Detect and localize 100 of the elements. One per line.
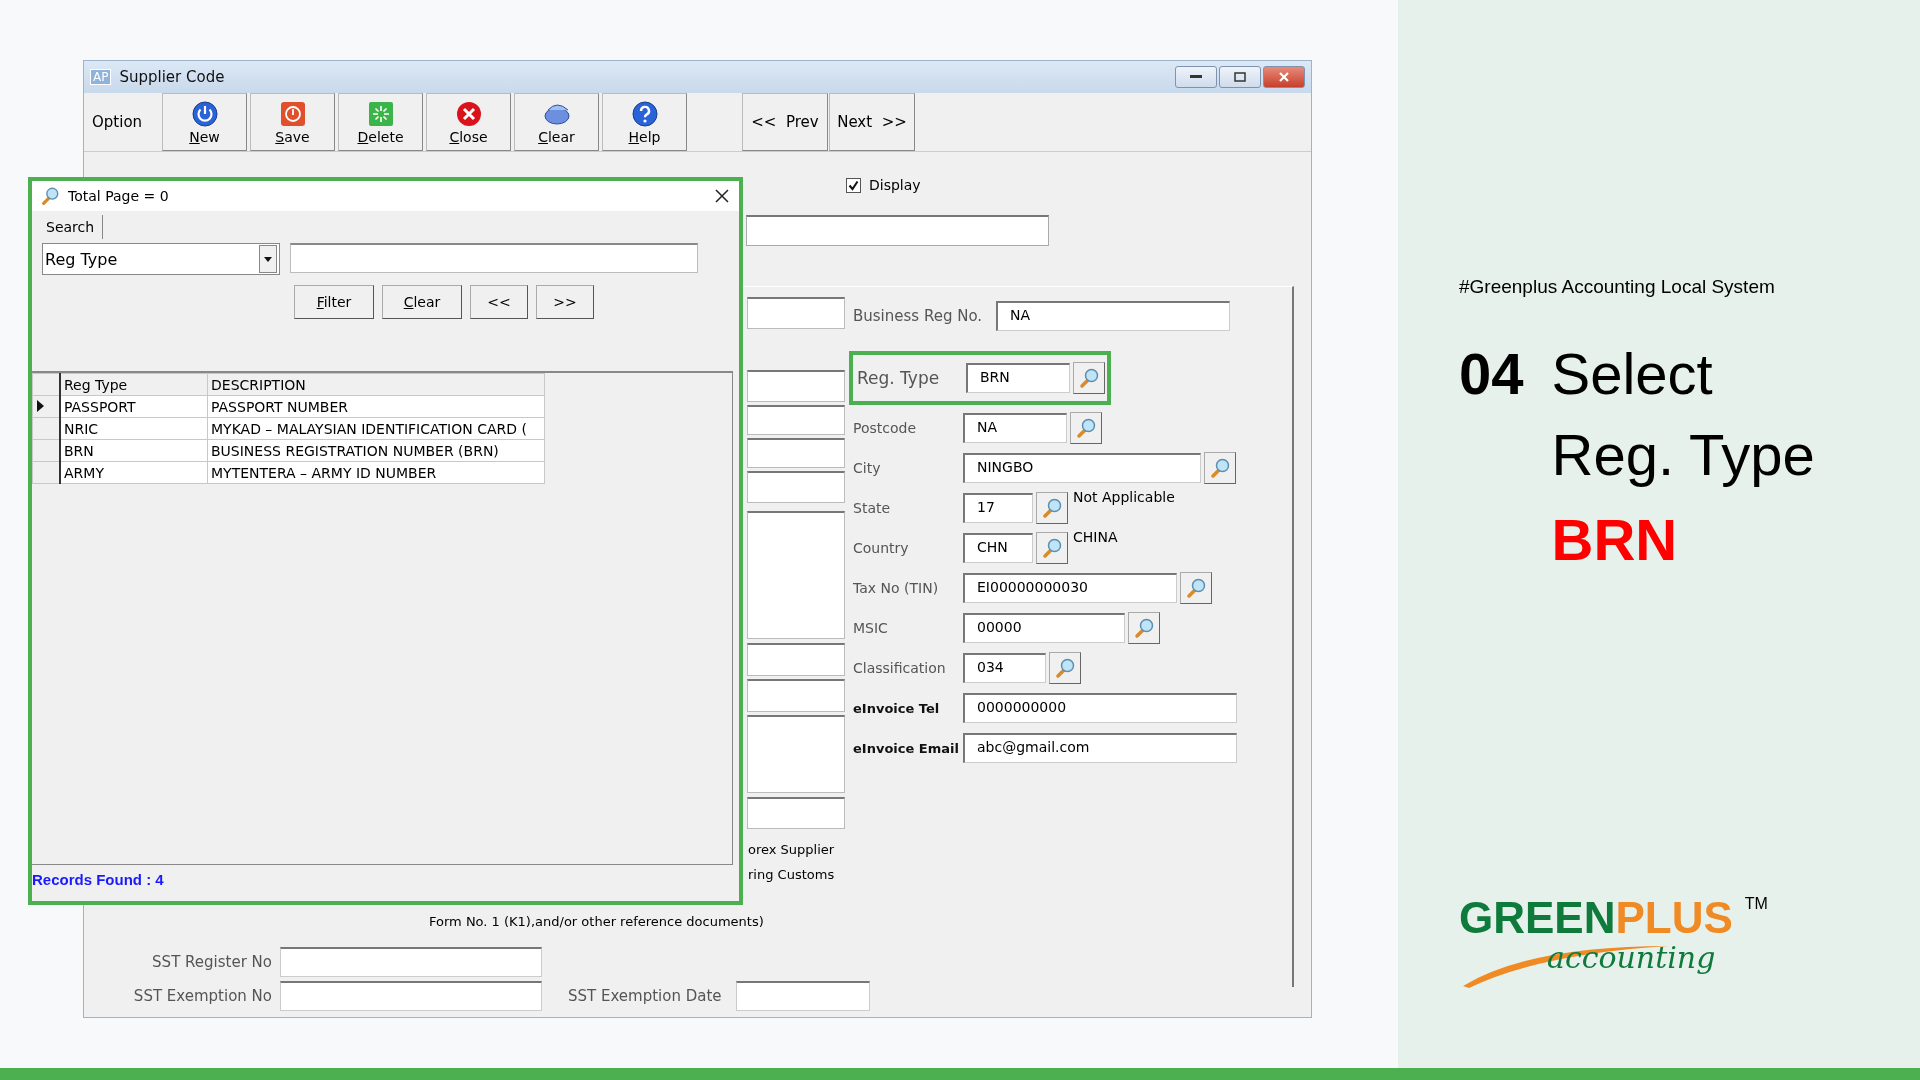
input-field[interactable]: 034: [963, 653, 1046, 683]
help-icon: [629, 99, 660, 128]
table-cell[interactable]: BUSINESS REGISTRATION NUMBER (BRN): [207, 439, 545, 462]
table-cell[interactable]: MYTENTERA – ARMY ID NUMBER: [207, 461, 545, 484]
field-note: CHINA: [1073, 529, 1118, 545]
input-field[interactable]: NA: [996, 301, 1230, 331]
field-label: Classification: [853, 660, 947, 676]
table-cell[interactable]: PASSPORT: [60, 395, 208, 418]
input-field[interactable]: [747, 643, 845, 676]
table-cell[interactable]: BRN: [60, 439, 208, 462]
window-title: Supplier Code: [119, 68, 226, 86]
field-label: City: [853, 460, 882, 476]
toolbar-button[interactable]: New: [162, 93, 247, 151]
row-indicator[interactable]: [32, 395, 60, 418]
input-field[interactable]: [746, 215, 1049, 246]
search-icon: [1133, 617, 1155, 639]
input-field[interactable]: 17: [963, 493, 1033, 523]
minimize-icon: [1190, 75, 1202, 79]
search-button[interactable]: [1180, 572, 1212, 604]
input-field[interactable]: [747, 471, 845, 503]
checkbox-label: ring Customs: [748, 867, 835, 882]
input-field[interactable]: 00000: [963, 613, 1125, 643]
app-badge: AP: [90, 69, 112, 85]
input-field[interactable]: [280, 947, 542, 977]
records-count: Records Found : 4: [32, 871, 165, 888]
search-icon: [1078, 367, 1100, 389]
table-cell[interactable]: PASSPORT NUMBER: [207, 395, 545, 418]
search-icon: [1054, 657, 1076, 679]
table-cell[interactable]: NRIC: [60, 417, 208, 440]
input-field[interactable]: [747, 511, 845, 639]
search-icon: [1075, 417, 1097, 439]
search-icon: [1041, 537, 1063, 559]
row-indicator[interactable]: [32, 439, 60, 462]
input-field[interactable]: [747, 405, 845, 435]
row-header: [32, 373, 60, 396]
search-button[interactable]: [1036, 492, 1068, 524]
input-field[interactable]: [280, 981, 542, 1011]
input-field[interactable]: 0000000000: [963, 693, 1237, 723]
field-label: Business Reg No.: [853, 307, 984, 325]
nav-button[interactable]: Next >>: [829, 93, 915, 151]
dialog-button[interactable]: Filter: [294, 285, 374, 319]
step-title: Reg. Type: [1551, 421, 1815, 489]
toolbar-button[interactable]: Help: [602, 93, 687, 151]
toolbar-button[interactable]: Close: [426, 93, 511, 151]
input-field[interactable]: BRN: [966, 363, 1070, 393]
step-title: Select: [1551, 340, 1714, 408]
option-label: Option: [92, 112, 144, 133]
filter-dropdown[interactable]: Reg Type: [42, 243, 280, 275]
field-label: MSIC: [853, 620, 889, 636]
nav-button[interactable]: << Prev: [742, 93, 828, 151]
field-label: eInvoice Tel: [853, 700, 941, 716]
dialog-button[interactable]: >>: [536, 285, 594, 319]
input-field[interactable]: [747, 715, 845, 793]
search-icon: [1041, 497, 1063, 519]
trademark: TM: [1744, 896, 1768, 912]
search-button[interactable]: [1070, 412, 1102, 444]
dialog-button[interactable]: <<: [470, 285, 528, 319]
field-label: Postcode: [853, 420, 918, 436]
display-label: Display: [869, 177, 921, 193]
input-field[interactable]: NINGBO: [963, 453, 1201, 483]
input-field[interactable]: NA: [963, 413, 1067, 443]
search-button[interactable]: [1204, 452, 1236, 484]
restore-icon: [1234, 72, 1246, 82]
field-label: SST Register No: [151, 953, 272, 971]
field-label: State: [853, 500, 892, 516]
display-checkbox[interactable]: [846, 177, 861, 193]
minimize-button[interactable]: [1175, 66, 1217, 88]
search-icon: [1185, 577, 1207, 599]
table-cell[interactable]: ARMY: [60, 461, 208, 484]
input-field[interactable]: EI00000000030: [963, 573, 1177, 603]
search-button[interactable]: [1073, 362, 1105, 394]
field-label: Country: [853, 540, 910, 556]
step-number: 04: [1459, 340, 1524, 408]
search-field[interactable]: [290, 243, 698, 273]
search-button[interactable]: [1036, 532, 1068, 564]
table-cell[interactable]: MYKAD – MALAYSIAN IDENTIFICATION CARD (: [207, 417, 545, 440]
dialog-button[interactable]: Clear: [382, 285, 462, 319]
row-indicator[interactable]: [32, 461, 60, 484]
field-label: eInvoice Email: [853, 740, 960, 756]
logo-wordmark: GREEN: [1459, 896, 1616, 940]
input-field[interactable]: [747, 679, 845, 712]
checkbox-label: orex Supplier: [748, 842, 835, 857]
field-label: SST Exemption Date: [568, 987, 723, 1005]
hashtag-text: #Greenplus Accounting Local System: [1459, 276, 1776, 298]
input-field[interactable]: CHN: [963, 533, 1033, 563]
column-header: DESCRIPTION: [207, 373, 545, 396]
input-field[interactable]: [747, 797, 845, 829]
toolbar-button[interactable]: Save: [250, 93, 335, 151]
input-field[interactable]: [736, 981, 870, 1011]
row-indicator[interactable]: [32, 417, 60, 440]
toolbar-button[interactable]: Clear: [514, 93, 599, 151]
input-field[interactable]: abc@gmail.com: [963, 733, 1237, 763]
input-field[interactable]: [747, 370, 845, 402]
toolbar-button[interactable]: Delete: [338, 93, 423, 151]
close-button[interactable]: [713, 187, 731, 205]
input-field[interactable]: [747, 438, 845, 468]
input-field[interactable]: [747, 297, 845, 329]
search-button[interactable]: [1049, 652, 1081, 684]
search-button[interactable]: [1128, 612, 1160, 644]
restore-button[interactable]: [1219, 66, 1261, 88]
